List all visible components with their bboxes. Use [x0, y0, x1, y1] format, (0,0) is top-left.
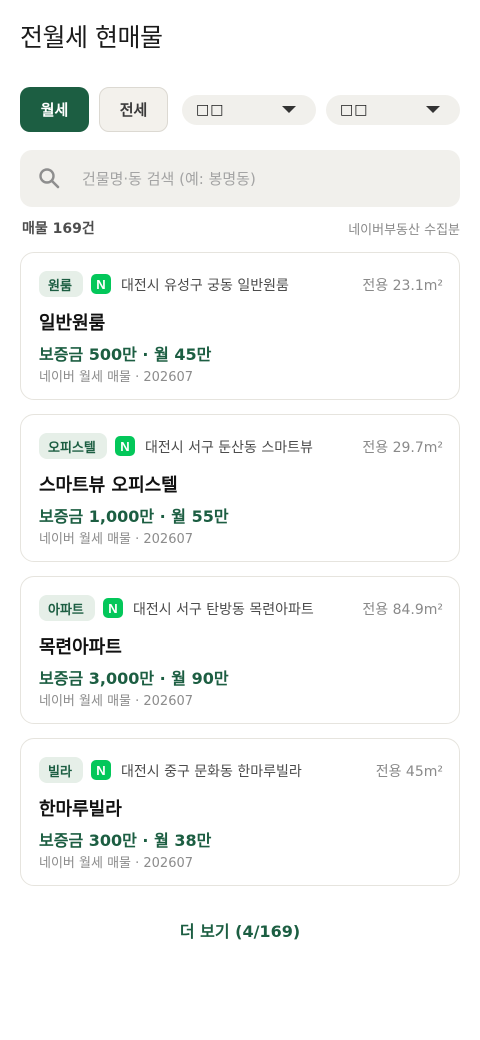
listing-source: 네이버 월세 매물 · 202607	[39, 694, 194, 709]
listing-name: 일반원룸	[39, 313, 106, 334]
search-bar	[20, 150, 460, 207]
dropdown-value: □□	[196, 102, 225, 118]
naver-icon: N	[103, 598, 123, 618]
naver-icon: N	[91, 760, 111, 780]
listing-address: 대전시 서구 둔산동 스마트뷰	[145, 440, 313, 456]
chevron-down-icon	[282, 106, 296, 113]
listing-name: 스마트뷰 오피스텔	[39, 475, 178, 496]
card-header: 아파트 N 대전시 서구 탄방동 목련아파트 전용 84.9m²	[39, 595, 443, 621]
listing-area: 전용 23.1m²	[362, 278, 443, 294]
filter-row: 월세 전세 □□ □□	[20, 87, 460, 133]
dropdown-value: □□	[340, 102, 369, 118]
listing-source: 네이버 월세 매물 · 202607	[39, 856, 194, 871]
listing-card[interactable]: 오피스텔 N 대전시 서구 둔산동 스마트뷰 전용 29.7m² 스마트뷰 오피…	[20, 414, 460, 562]
load-more-button[interactable]: 더 보기 (4/169)	[0, 918, 480, 942]
property-type-badge: 오피스텔	[39, 433, 107, 459]
card-header: 빌라 N 대전시 중구 문화동 한마루빌라 전용 45m²	[39, 757, 443, 783]
property-type-badge: 원룸	[39, 271, 83, 297]
search-icon	[39, 168, 60, 189]
listing-source: 네이버 월세 매물 · 202607	[39, 532, 194, 547]
listing-price: 보증금 500만 · 월 45만	[39, 345, 212, 364]
listing-address: 대전시 서구 탄방동 목련아파트	[133, 602, 314, 618]
listing-name: 한마루빌라	[39, 799, 122, 820]
region-dropdown[interactable]: □□	[182, 95, 316, 125]
jeonse-tab[interactable]: 전세	[99, 87, 168, 132]
data-source-label: 네이버부동산 수집분	[348, 223, 460, 238]
listing-card[interactable]: 빌라 N 대전시 중구 문화동 한마루빌라 전용 45m² 한마루빌라 보증금 …	[20, 738, 460, 886]
listing-price: 보증금 3,000만 · 월 90만	[39, 669, 229, 688]
result-meta: 매물 169건 네이버부동산 수집분	[22, 218, 460, 238]
listing-price: 보증금 1,000만 · 월 55만	[39, 507, 229, 526]
card-header: 오피스텔 N 대전시 서구 둔산동 스마트뷰 전용 29.7m²	[39, 433, 443, 459]
type-dropdown[interactable]: □□	[326, 95, 460, 125]
property-type-badge: 빌라	[39, 757, 83, 783]
property-type-badge: 아파트	[39, 595, 95, 621]
listing-price: 보증금 300만 · 월 38만	[39, 831, 212, 850]
listing-address: 대전시 유성구 궁동 일반원룸	[121, 278, 289, 294]
listing-source: 네이버 월세 매물 · 202607	[39, 370, 194, 385]
page-title: 전월세 현매물	[20, 23, 163, 52]
chevron-down-icon	[426, 106, 440, 113]
listing-area: 전용 84.9m²	[362, 602, 443, 618]
monthly-rent-tab[interactable]: 월세	[20, 87, 89, 132]
naver-icon: N	[91, 274, 111, 294]
listing-name: 목련아파트	[39, 637, 122, 658]
listing-area: 전용 45m²	[375, 764, 443, 780]
card-header: 원룸 N 대전시 유성구 궁동 일반원룸 전용 23.1m²	[39, 271, 443, 297]
listing-area: 전용 29.7m²	[362, 440, 443, 456]
listing-card[interactable]: 원룸 N 대전시 유성구 궁동 일반원룸 전용 23.1m² 일반원룸 보증금 …	[20, 252, 460, 400]
search-input[interactable]	[82, 150, 442, 207]
naver-icon: N	[115, 436, 135, 456]
listing-card[interactable]: 아파트 N 대전시 서구 탄방동 목련아파트 전용 84.9m² 목련아파트 보…	[20, 576, 460, 724]
listing-address: 대전시 중구 문화동 한마루빌라	[121, 764, 302, 780]
page: 전월세 현매물 월세 전세 □□ □□ 매물 169건 네이버부동산 수집분 원…	[0, 0, 480, 1040]
listing-count: 매물 169건	[22, 221, 95, 237]
